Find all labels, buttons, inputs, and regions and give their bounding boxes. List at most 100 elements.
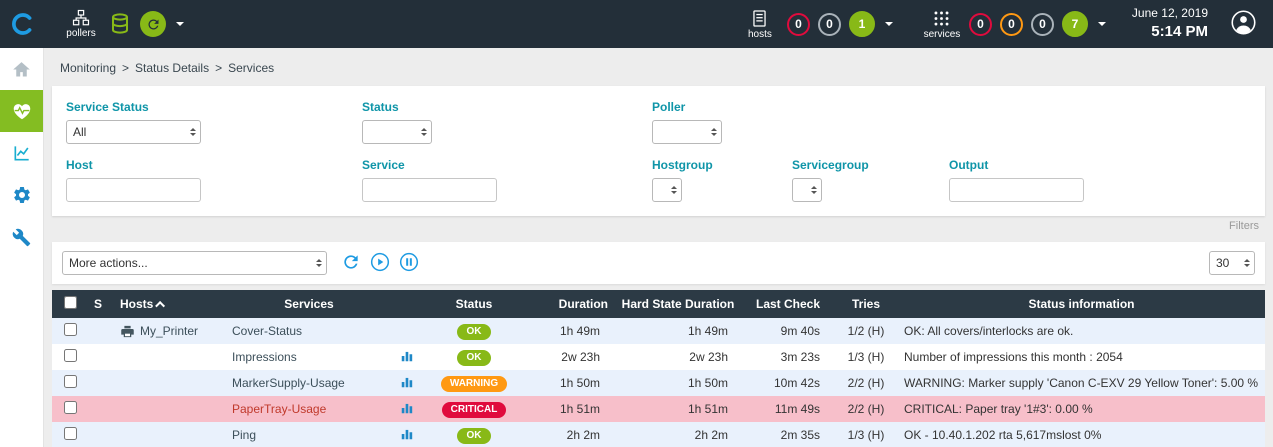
service-status-select[interactable]: All — [66, 120, 201, 144]
service-link[interactable]: Cover-Status — [232, 324, 302, 338]
service-cell: Impressions — [226, 344, 392, 370]
row-checkbox[interactable] — [64, 427, 77, 440]
sidebar-item-configuration[interactable] — [0, 174, 43, 216]
pollers-icon — [71, 9, 91, 27]
status-cell: OK — [422, 344, 526, 370]
service-link[interactable]: PaperTray-Usage — [232, 402, 326, 416]
duration-cell: 2h 2m — [526, 422, 614, 447]
column-header-status[interactable]: Status — [422, 290, 526, 318]
sidebar-item-reporting[interactable] — [0, 132, 43, 174]
column-header-last-check[interactable]: Last Check — [742, 290, 834, 318]
service-link[interactable]: MarkerSupply-Usage — [232, 376, 345, 390]
table-header-row: S Hosts Services Status Duration Hard St… — [52, 290, 1265, 318]
status-badge: WARNING — [441, 376, 507, 392]
column-header-duration[interactable]: Duration — [526, 290, 614, 318]
status-information-cell: WARNING: Marker supply 'Canon C-EXV 29 Y… — [898, 370, 1265, 396]
pollers-label: pollers — [66, 28, 95, 39]
poller-status-icon — [140, 11, 166, 37]
pollers-group[interactable]: pollers — [62, 9, 184, 39]
host-label: Host — [66, 158, 362, 172]
user-menu-button[interactable] — [1230, 9, 1257, 39]
chevron-down-icon[interactable] — [1098, 22, 1106, 30]
status-cell: OK — [422, 318, 526, 344]
column-header-services[interactable]: Services — [226, 290, 392, 318]
servicegroup-select-wrap — [792, 178, 822, 202]
services-ok-badge: 7 — [1062, 11, 1088, 37]
chart-icon — [12, 143, 32, 163]
host-cell — [114, 396, 226, 422]
service-input[interactable] — [362, 178, 497, 202]
more-actions-select[interactable]: More actions... — [62, 251, 327, 275]
centreon-logo[interactable] — [0, 0, 44, 48]
hosts-unreachable-badge: 0 — [818, 13, 841, 36]
status-information-cell: CRITICAL: Paper tray '1#3': 0.00 % — [898, 396, 1265, 422]
more-actions-select-wrap: More actions... — [62, 251, 327, 275]
service-cell: PaperTray-Usage — [226, 396, 392, 422]
s-cell — [88, 318, 114, 344]
hostgroup-select[interactable] — [652, 178, 682, 202]
status-information-cell: OK: All covers/interlocks are ok. — [898, 318, 1265, 344]
column-header-graph — [392, 290, 422, 318]
hostgroup-select-wrap — [652, 178, 682, 202]
service-link[interactable]: Ping — [232, 428, 256, 442]
tries-cell: 1/3 (H) — [834, 344, 898, 370]
table-row[interactable]: My_Printer Cover-Status OK 1h 49m 1h 49m… — [52, 318, 1265, 344]
filters-toggle-link[interactable]: Filters — [44, 216, 1273, 234]
table-row[interactable]: PaperTray-Usage CRITICAL 1h 51m 1h 51m 1… — [52, 396, 1265, 422]
database-icon — [108, 11, 132, 37]
breadcrumb-link-monitoring[interactable]: Monitoring — [60, 61, 116, 75]
sidebar-item-home[interactable] — [0, 48, 43, 90]
pause-button[interactable] — [397, 251, 421, 275]
row-checkbox[interactable] — [64, 401, 77, 414]
poller-select[interactable] — [652, 120, 722, 144]
column-header-hosts[interactable]: Hosts — [114, 290, 226, 318]
services-status-group[interactable]: services 0 0 0 7 — [923, 9, 1106, 40]
servicegroup-select[interactable] — [792, 178, 822, 202]
row-checkbox[interactable] — [64, 375, 77, 388]
service-label: Service — [362, 158, 652, 172]
page-size-select[interactable]: 30 — [1209, 251, 1255, 275]
play-button[interactable] — [368, 251, 392, 275]
s-cell — [88, 396, 114, 422]
table-row[interactable]: Impressions OK 2w 23h 2w 23h 3m 23s 1/3 … — [52, 344, 1265, 370]
graph-icon[interactable] — [400, 401, 414, 415]
graph-cell — [392, 344, 422, 370]
printer-icon — [120, 324, 135, 339]
output-input[interactable] — [949, 178, 1084, 202]
s-cell — [88, 422, 114, 447]
graph-icon[interactable] — [400, 427, 414, 441]
servicegroup-label: Servicegroup — [792, 158, 949, 172]
table-row[interactable]: Ping OK 2h 2m 2h 2m 2m 35s 1/3 (H) OK - … — [52, 422, 1265, 447]
column-header-hard-state-duration[interactable]: Hard State Duration — [614, 290, 742, 318]
duration-cell: 1h 51m — [526, 396, 614, 422]
last-check-cell: 10m 42s — [742, 370, 834, 396]
refresh-button[interactable] — [339, 251, 363, 275]
column-header-tries[interactable]: Tries — [834, 290, 898, 318]
heartbeat-icon — [11, 100, 33, 122]
sidebar-item-administration[interactable] — [0, 216, 43, 258]
graph-icon[interactable] — [400, 375, 414, 389]
duration-cell: 1h 50m — [526, 370, 614, 396]
row-checkbox[interactable] — [64, 323, 77, 336]
select-all-checkbox[interactable] — [64, 296, 77, 309]
graph-icon[interactable] — [400, 349, 414, 363]
service-link[interactable]: Impressions — [232, 350, 297, 364]
hosts-status-group[interactable]: hosts 0 0 1 — [741, 9, 893, 40]
services-critical-badge: 0 — [969, 13, 992, 36]
hostgroup-label: Hostgroup — [652, 158, 792, 172]
host-cell: My_Printer — [114, 318, 226, 344]
breadcrumb-link-status-details[interactable]: Status Details — [135, 61, 209, 75]
table-row[interactable]: MarkerSupply-Usage WARNING 1h 50m 1h 50m… — [52, 370, 1265, 396]
last-check-cell: 3m 23s — [742, 344, 834, 370]
host-input[interactable] — [66, 178, 201, 202]
host-link[interactable]: My_Printer — [140, 324, 198, 338]
sidebar-item-monitoring[interactable] — [0, 90, 43, 132]
chevron-down-icon[interactable] — [885, 22, 893, 30]
status-select[interactable] — [362, 120, 432, 144]
column-header-s[interactable]: S — [88, 290, 114, 318]
chevron-down-icon[interactable] — [176, 22, 184, 30]
poller-select-wrap — [652, 120, 722, 144]
column-header-status-information[interactable]: Status information — [898, 290, 1265, 318]
row-checkbox[interactable] — [64, 349, 77, 362]
services-unknown-badge: 0 — [1031, 13, 1054, 36]
